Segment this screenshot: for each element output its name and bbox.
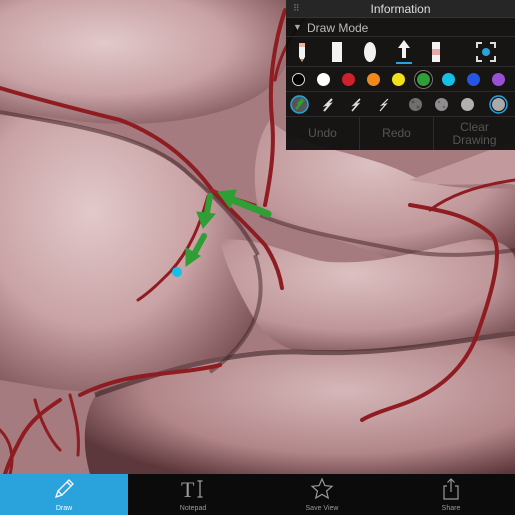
star-icon	[310, 477, 334, 500]
redo-button[interactable]: Redo	[360, 117, 434, 150]
stroke-medium-button[interactable]	[318, 95, 337, 114]
toolbar-notepad-button[interactable]: T Notepad	[129, 474, 257, 515]
stroke-fine-button[interactable]	[374, 95, 393, 114]
draw-tools-row	[286, 37, 515, 67]
pencil-tool-button[interactable]	[288, 37, 316, 67]
color-swatch[interactable]	[467, 73, 480, 86]
opacity-25-button[interactable]	[406, 95, 425, 114]
arrow-tool-button[interactable]	[390, 37, 418, 67]
text-icon: T	[181, 477, 203, 501]
arrow-icon	[396, 40, 412, 64]
center-view-button[interactable]	[472, 37, 500, 67]
chevron-down-icon[interactable]: ▼	[293, 22, 302, 32]
opacity-75-icon	[461, 98, 474, 111]
svg-text:T: T	[181, 477, 195, 501]
undo-button[interactable]: Undo	[286, 117, 360, 150]
eraser-tool-button[interactable]	[422, 37, 450, 67]
opacity-50-icon	[435, 98, 448, 111]
draw-actions-row: Undo Redo Clear Drawing	[286, 117, 515, 150]
share-icon	[443, 478, 459, 500]
clear-drawing-button[interactable]: Clear Drawing	[434, 117, 515, 150]
stroke-medium-icon	[322, 97, 333, 112]
rectangle-tool-button[interactable]	[323, 37, 351, 67]
annotation-point	[172, 267, 182, 277]
color-swatch[interactable]	[392, 73, 405, 86]
opacity-100-icon	[489, 95, 508, 114]
toolbar-share-label: Share	[441, 505, 461, 512]
center-view-icon	[476, 42, 496, 62]
panel-title: Information	[370, 2, 431, 16]
draw-mode-header[interactable]: ▼ Draw Mode	[286, 18, 515, 37]
color-swatch[interactable]	[342, 73, 355, 86]
draw-mode-panel: ⠿ Information ▼ Draw Mode Undo Redo Clea…	[286, 0, 515, 150]
pencil-icon	[54, 479, 74, 499]
eraser-icon	[432, 42, 440, 62]
color-swatch[interactable]	[317, 73, 330, 86]
toolbar-save-view-button[interactable]: Save View	[258, 474, 386, 515]
stroke-fine-icon	[379, 98, 388, 111]
draw-mode-label: Draw Mode	[307, 21, 369, 35]
toolbar-draw-button[interactable]: Draw	[0, 474, 128, 515]
pencil-icon	[299, 43, 305, 62]
bottom-toolbar: Draw T Notepad Save View Share	[0, 474, 515, 515]
opacity-75-button[interactable]	[458, 95, 477, 114]
color-swatch[interactable]	[442, 73, 455, 86]
stroke-thick-icon	[290, 95, 309, 114]
ellipse-icon	[364, 42, 376, 62]
opacity-100-button[interactable]	[489, 95, 508, 114]
color-swatches-row	[286, 67, 515, 92]
ellipse-tool-button[interactable]	[356, 37, 384, 67]
stroke-thin-icon	[350, 97, 361, 112]
color-swatch[interactable]	[492, 73, 505, 86]
rectangle-icon	[332, 42, 342, 62]
toolbar-share-button[interactable]: Share	[387, 474, 515, 515]
color-swatch[interactable]	[417, 73, 430, 86]
color-swatch[interactable]	[292, 73, 305, 86]
toolbar-save-view-label: Save View	[305, 505, 339, 512]
opacity-50-button[interactable]	[432, 95, 451, 114]
opacity-25-icon	[409, 98, 422, 111]
color-swatch[interactable]	[367, 73, 380, 86]
app-screen: ⠿ Information ▼ Draw Mode Undo Redo Clea…	[0, 0, 515, 515]
stroke-thin-button[interactable]	[346, 95, 365, 114]
stroke-thick-button[interactable]	[290, 95, 309, 114]
panel-titlebar[interactable]: ⠿ Information	[286, 0, 515, 18]
toolbar-notepad-label: Notepad	[179, 505, 207, 512]
stroke-style-row	[286, 92, 515, 117]
toolbar-draw-label: Draw	[55, 505, 73, 512]
